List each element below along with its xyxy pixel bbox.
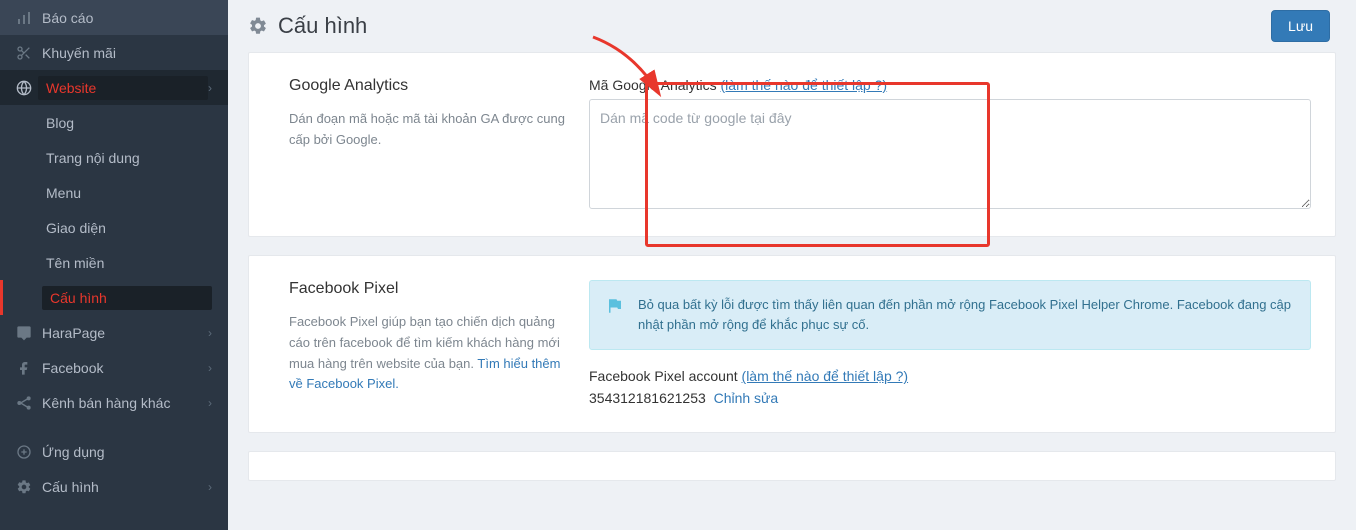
gear-icon [16, 479, 42, 495]
fb-edit-link[interactable]: Chỉnh sửa [714, 390, 779, 406]
chevron-right-icon: › [208, 81, 212, 95]
section-desc: Dán đoạn mã hoặc mã tài khoản GA được cu… [289, 109, 565, 151]
section-desc: Facebook Pixel giúp bạn tạo chiến dịch q… [289, 312, 565, 395]
sidebar-item-reports[interactable]: Báo cáo [0, 0, 228, 35]
ga-field-label: Mã Google Analytics (làm thế nào để thiế… [589, 77, 1311, 93]
fb-account-value-row: 354312181621253 Chỉnh sửa [589, 390, 1311, 406]
sidebar-item-settings[interactable]: Cấu hình › [0, 469, 228, 504]
ga-field-label-text: Mã Google Analytics [589, 77, 721, 93]
scissors-icon [16, 45, 42, 61]
page-title: Cấu hình [278, 13, 1271, 39]
chevron-right-icon: › [208, 396, 212, 410]
chevron-right-icon: › [208, 480, 212, 494]
sidebar-item-blog[interactable]: Blog [0, 105, 228, 140]
chevron-right-icon: › [208, 361, 212, 375]
sidebar-item-website[interactable]: Website › [0, 70, 228, 105]
sidebar-item-harapage[interactable]: HaraPage › [0, 315, 228, 350]
fb-account-label: Facebook Pixel account [589, 368, 742, 384]
main-content: Cấu hình Lưu Google Analytics Dán đoạn m… [228, 0, 1356, 530]
bars-icon [16, 10, 42, 26]
sidebar-item-label: Website [38, 76, 208, 100]
gear-icon [248, 16, 268, 36]
flag-icon [606, 297, 624, 335]
card-next [248, 451, 1336, 481]
sidebar-item-config[interactable]: Cấu hình [0, 280, 228, 315]
sidebar-item-label: Facebook [42, 360, 208, 376]
sidebar-item-facebook[interactable]: Facebook › [0, 350, 228, 385]
section-title: Facebook Pixel [289, 280, 565, 298]
comment-icon [16, 325, 42, 341]
sidebar-item-menu[interactable]: Menu [0, 175, 228, 210]
sidebar-item-label: Cấu hình [42, 286, 212, 310]
card-google-analytics: Google Analytics Dán đoạn mã hoặc mã tài… [248, 52, 1336, 237]
fb-info-alert: Bỏ qua bất kỳ lỗi được tìm thấy liên qua… [589, 280, 1311, 350]
sidebar-item-theme[interactable]: Giao diện [0, 210, 228, 245]
sidebar-item-label: Trang nội dung [46, 150, 212, 166]
sidebar: Báo cáo Khuyến mãi Website › Blog Trang … [0, 0, 228, 530]
sidebar-item-domain[interactable]: Tên miền [0, 245, 228, 280]
fb-alert-text: Bỏ qua bất kỳ lỗi được tìm thấy liên qua… [638, 295, 1294, 335]
ga-hint-link[interactable]: (làm thế nào để thiết lập ?) [721, 77, 888, 93]
ga-field-container: Mã Google Analytics (làm thế nào để thiế… [589, 77, 1311, 212]
nodes-icon [16, 395, 42, 411]
sidebar-item-label: Menu [46, 185, 212, 201]
sidebar-submenu-website: Blog Trang nội dung Menu Giao diện Tên m… [0, 105, 228, 315]
ga-code-input[interactable] [589, 99, 1311, 209]
sidebar-item-promo[interactable]: Khuyến mãi [0, 35, 228, 70]
sidebar-item-label: Giao diện [46, 220, 212, 236]
chevron-right-icon: › [208, 326, 212, 340]
sidebar-item-pages[interactable]: Trang nội dung [0, 140, 228, 175]
fb-account-id: 354312181621253 [589, 390, 706, 406]
sidebar-item-label: Kênh bán hàng khác [42, 395, 208, 411]
sidebar-item-apps[interactable]: Ứng dụng [0, 434, 228, 469]
save-button[interactable]: Lưu [1271, 10, 1330, 42]
sidebar-item-label: Ứng dụng [42, 444, 212, 460]
section-title: Google Analytics [289, 77, 565, 95]
sidebar-item-label: HaraPage [42, 325, 208, 341]
fb-account-hint-link[interactable]: (làm thế nào để thiết lập ?) [742, 368, 909, 384]
sidebar-item-label: Cấu hình [42, 479, 208, 495]
sidebar-item-label: Tên miền [46, 255, 212, 271]
sidebar-item-label: Báo cáo [42, 10, 212, 26]
sidebar-item-label: Khuyến mãi [42, 45, 212, 61]
plus-icon [16, 444, 42, 460]
facebook-icon [16, 360, 42, 376]
fb-account-row: Facebook Pixel account (làm thế nào để t… [589, 368, 1311, 384]
sidebar-item-channels[interactable]: Kênh bán hàng khác › [0, 385, 228, 420]
card-facebook-pixel: Facebook Pixel Facebook Pixel giúp bạn t… [248, 255, 1336, 433]
sidebar-item-label: Blog [46, 115, 212, 131]
page-header: Cấu hình Lưu [228, 0, 1356, 52]
